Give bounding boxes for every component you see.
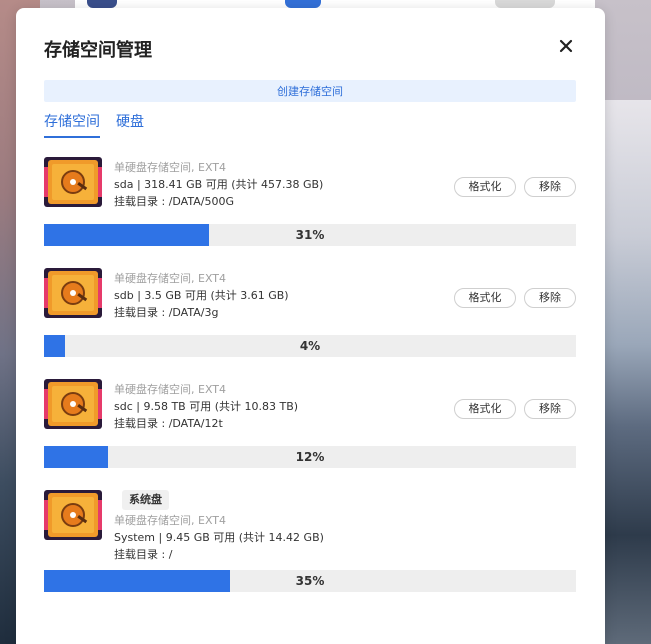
- remove-button[interactable]: 移除: [524, 399, 576, 419]
- desktop-app-tiles: [75, 0, 595, 8]
- format-button[interactable]: 格式化: [454, 288, 516, 308]
- storage-type: 单硬盘存储空间, EXT4: [114, 514, 227, 527]
- remove-button[interactable]: 移除: [524, 288, 576, 308]
- system-disk-badge: 系统盘: [122, 490, 169, 510]
- storage-info: 单硬盘存储空间, EXT4 sdb | 3.5 GB 可用 (共计 3.61 G…: [114, 270, 289, 321]
- create-storage-button[interactable]: 创建存储空间: [44, 80, 576, 102]
- usage-percent: 12%: [295, 450, 325, 464]
- storage-info: 单硬盘存储空间, EXT4 sda | 318.41 GB 可用 (共计 457…: [114, 159, 323, 210]
- usage-bar: 4%: [44, 335, 576, 357]
- storage-info: 单硬盘存储空间, EXT4 sdc | 9.58 TB 可用 (共计 10.83…: [114, 381, 298, 432]
- usage-percent: 4%: [299, 339, 321, 353]
- storage-capacity: sda | 318.41 GB 可用 (共计 457.38 GB): [114, 178, 324, 191]
- storage-type: 单硬盘存储空间, EXT4: [114, 161, 227, 174]
- format-button[interactable]: 格式化: [454, 399, 516, 419]
- remove-button[interactable]: 移除: [524, 177, 576, 197]
- hard-disk-icon: [44, 157, 102, 207]
- storage-type: 单硬盘存储空间, EXT4: [114, 272, 227, 285]
- tab-bar: 存储空间 硬盘: [44, 112, 144, 138]
- usage-percent: 31%: [295, 228, 325, 242]
- storage-mount-path: 挂载目录 : /: [114, 548, 173, 561]
- hard-disk-icon: [44, 490, 102, 540]
- hard-disk-icon: [44, 379, 102, 429]
- storage-mount-path: 挂载目录 : /DATA/12t: [114, 417, 223, 430]
- tab-disks[interactable]: 硬盘: [116, 112, 144, 138]
- hard-disk-icon: [44, 268, 102, 318]
- storage-capacity: System | 9.45 GB 可用 (共计 14.42 GB): [114, 531, 324, 544]
- usage-bar: 12%: [44, 446, 576, 468]
- storage-mount-path: 挂载目录 : /DATA/500G: [114, 195, 234, 208]
- storage-mount-path: 挂载目录 : /DATA/3g: [114, 306, 219, 319]
- format-button[interactable]: 格式化: [454, 177, 516, 197]
- storage-capacity: sdb | 3.5 GB 可用 (共计 3.61 GB): [114, 289, 289, 302]
- storage-type: 单硬盘存储空间, EXT4: [114, 383, 227, 396]
- storage-info: 单硬盘存储空间, EXT4 System | 9.45 GB 可用 (共计 14…: [114, 512, 324, 563]
- close-icon[interactable]: [554, 34, 578, 58]
- usage-bar: 35%: [44, 570, 576, 592]
- dialog-title: 存储空间管理: [44, 40, 152, 61]
- storage-management-dialog: 存储空间管理 创建存储空间 存储空间 硬盘 单硬盘存储空间, EXT4 sda …: [16, 8, 605, 644]
- usage-percent: 35%: [295, 574, 325, 588]
- tab-storage[interactable]: 存储空间: [44, 112, 100, 138]
- storage-capacity: sdc | 9.58 TB 可用 (共计 10.83 TB): [114, 400, 299, 413]
- usage-bar: 31%: [44, 224, 576, 246]
